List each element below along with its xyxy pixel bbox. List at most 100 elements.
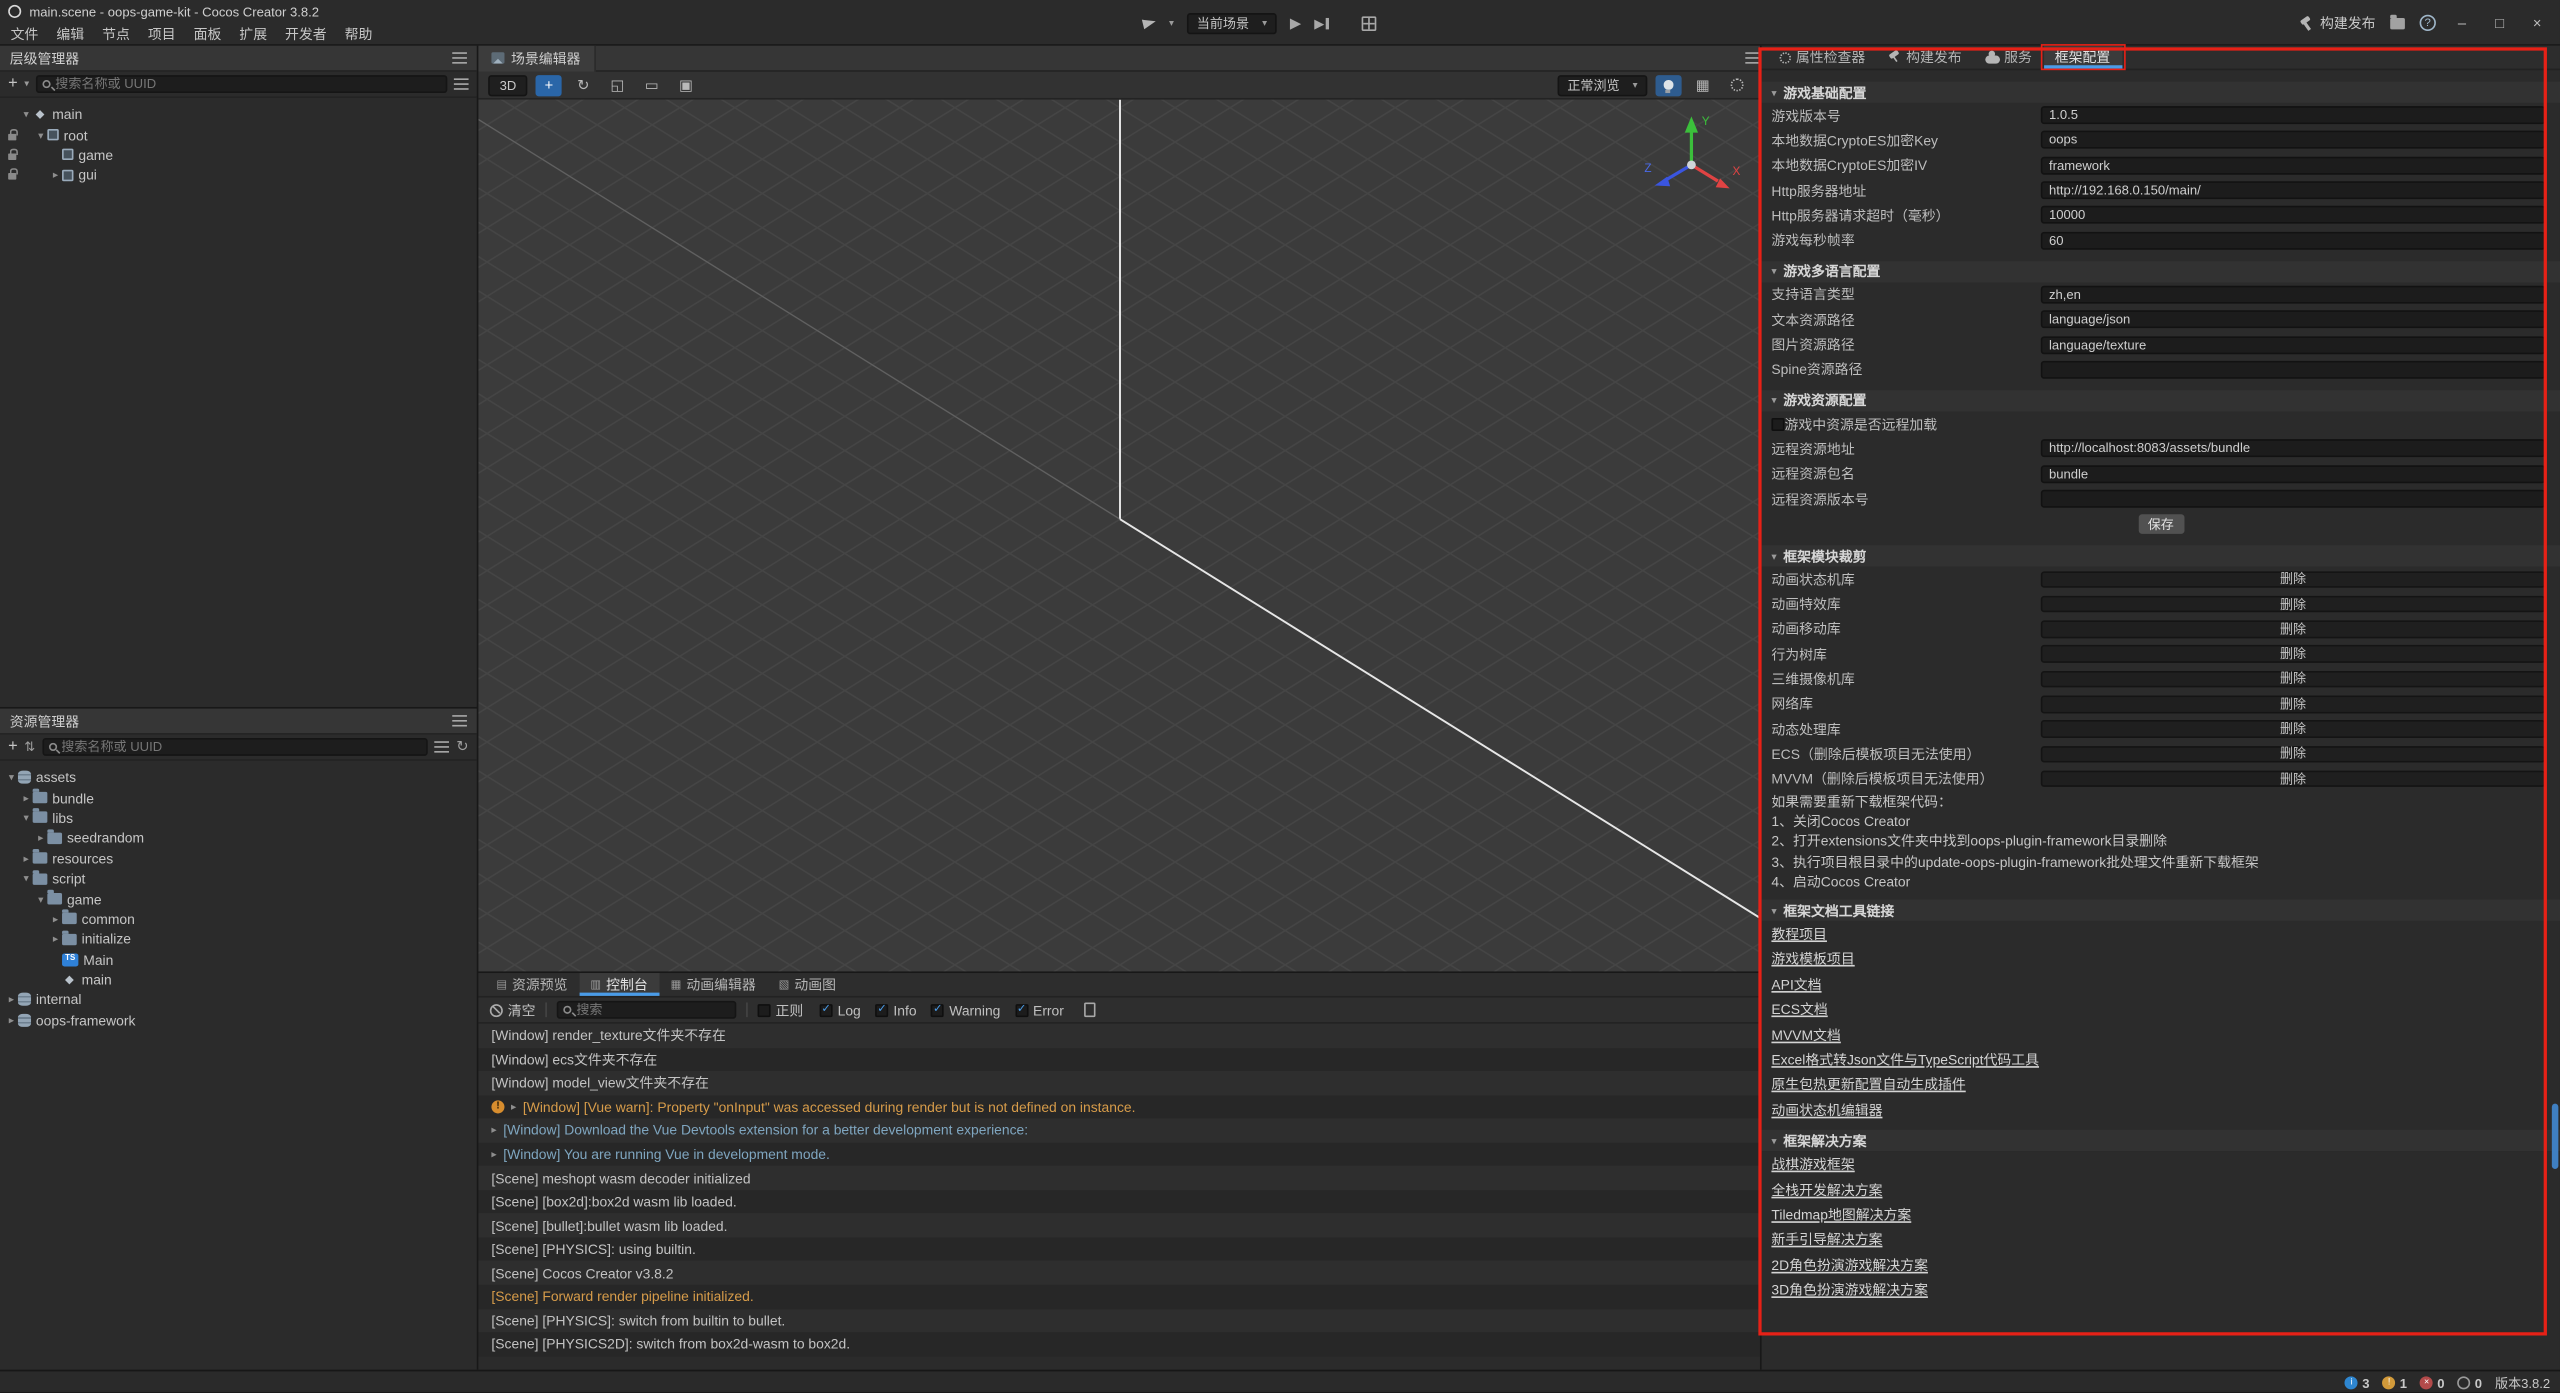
collapse-arrow-icon[interactable]: ▾ bbox=[20, 872, 33, 885]
preview-target-icon[interactable] bbox=[1142, 17, 1157, 30]
input-远程资源版本号[interactable] bbox=[2041, 490, 2545, 508]
delete-button[interactable]: 删除 bbox=[2041, 671, 2545, 688]
maximize-button[interactable]: □ bbox=[2488, 15, 2511, 31]
filter-Warning[interactable]: ✓Warning bbox=[931, 1002, 1000, 1018]
tree-item-main[interactable]: ▾main bbox=[0, 104, 477, 124]
tree-item-assets[interactable]: ▾assets bbox=[0, 767, 477, 787]
panel-menu-icon[interactable] bbox=[452, 715, 467, 726]
log-row[interactable]: [Scene] meshopt wasm decoder initialized bbox=[478, 1166, 1760, 1190]
delete-button[interactable]: 删除 bbox=[2041, 646, 2545, 663]
console-info-count[interactable]: i 3 bbox=[2345, 1376, 2369, 1391]
expand-arrow-icon[interactable]: ▸ bbox=[49, 169, 62, 182]
delete-button[interactable]: 删除 bbox=[2041, 746, 2545, 763]
input-支持语言类型[interactable] bbox=[2041, 286, 2545, 304]
link-动画状态机编辑器[interactable]: 动画状态机编辑器 bbox=[1762, 1097, 2560, 1122]
input-游戏每秒帧率[interactable] bbox=[2041, 231, 2545, 249]
link-新手引导解决方案[interactable]: 新手引导解决方案 bbox=[1762, 1227, 2560, 1252]
collapse-arrow-icon[interactable]: ▾ bbox=[34, 128, 47, 141]
link-游戏模板项目[interactable]: 游戏模板项目 bbox=[1762, 946, 2560, 971]
step-button[interactable] bbox=[1314, 16, 1328, 31]
input-Http服务器请求超时（毫秒）[interactable] bbox=[2041, 206, 2545, 224]
log-row[interactable]: [Scene] Cocos Creator v3.8.2 bbox=[478, 1261, 1760, 1285]
delete-button[interactable]: 删除 bbox=[2041, 770, 2545, 787]
console-tab-控制台[interactable]: 控制台 bbox=[579, 973, 659, 996]
mode-3d-button[interactable]: 3D bbox=[488, 74, 528, 95]
link-ECS文档[interactable]: ECS文档 bbox=[1762, 997, 2560, 1022]
lock-icon[interactable] bbox=[5, 130, 20, 140]
filter-icon[interactable] bbox=[454, 78, 469, 89]
chevron-down-icon[interactable]: ▾ bbox=[1169, 17, 1174, 28]
expand-arrow-icon[interactable]: ▸ bbox=[20, 852, 33, 865]
tree-item-Main[interactable]: TSMain bbox=[0, 949, 477, 969]
filter-icon[interactable] bbox=[435, 741, 450, 752]
tree-item-oops-framework[interactable]: ▸oops-framework bbox=[0, 1010, 477, 1030]
menu-帮助[interactable]: 帮助 bbox=[336, 24, 382, 44]
log-row[interactable]: [Scene] [PHYSICS2D]: switch from box2d-w… bbox=[478, 1332, 1760, 1356]
refresh-icon[interactable]: ↻ bbox=[456, 740, 468, 755]
collapse-arrow-icon[interactable]: ▾ bbox=[34, 892, 47, 905]
delete-button[interactable]: 删除 bbox=[2041, 721, 2545, 738]
link-Tiledmap地图解决方案[interactable]: Tiledmap地图解决方案 bbox=[1762, 1202, 2560, 1227]
delete-button[interactable]: 删除 bbox=[2041, 696, 2545, 713]
expand-arrow-icon[interactable]: ▸ bbox=[20, 791, 33, 804]
collapse-arrow-icon[interactable]: ▾ bbox=[20, 108, 33, 121]
link-教程项目[interactable]: 教程项目 bbox=[1762, 921, 2560, 946]
tree-item-resources[interactable]: ▸resources bbox=[0, 848, 477, 868]
axis-gizmo[interactable]: Y X Z bbox=[1633, 106, 1751, 224]
checkbox[interactable] bbox=[758, 1003, 771, 1016]
tree-item-initialize[interactable]: ▸initialize bbox=[0, 929, 477, 949]
console-search[interactable] bbox=[557, 1001, 737, 1019]
expand-arrow-icon[interactable]: ▸ bbox=[5, 1014, 18, 1027]
log-row[interactable]: [Window] ecs文件夹不存在 bbox=[478, 1047, 1760, 1071]
panel-menu-icon[interactable] bbox=[452, 52, 467, 63]
log-row[interactable]: [Window] model_view文件夹不存在 bbox=[478, 1071, 1760, 1095]
hierarchy-search[interactable] bbox=[36, 75, 448, 93]
inspector-tab-框架配置[interactable]: 框架配置 bbox=[2043, 46, 2121, 69]
log-row[interactable]: [Scene] [PHYSICS]: switch from builtin t… bbox=[478, 1309, 1760, 1333]
input-Http服务器地址[interactable] bbox=[2041, 181, 2545, 199]
scrollbar-thumb[interactable] bbox=[2552, 1104, 2559, 1169]
console-tab-动画编辑器[interactable]: 动画编辑器 bbox=[659, 973, 767, 996]
filter-Info[interactable]: ✓Info bbox=[875, 1002, 916, 1018]
folder-icon[interactable] bbox=[2390, 17, 2405, 28]
log-row[interactable]: [Scene] [PHYSICS]: using builtin. bbox=[478, 1237, 1760, 1261]
clear-console-button[interactable]: 清空 bbox=[490, 1000, 536, 1020]
section-header-框架解决方案[interactable]: ▾框架解决方案 bbox=[1762, 1131, 2560, 1152]
link-全栈开发解决方案[interactable]: 全栈开发解决方案 bbox=[1762, 1177, 2560, 1202]
collapse-arrow-icon[interactable]: ▾ bbox=[5, 771, 18, 784]
scene-settings-gear-icon[interactable] bbox=[1724, 74, 1750, 95]
play-button[interactable]: ▶ bbox=[1290, 16, 1301, 31]
log-row[interactable]: !▸[Window] [Vue warn]: Property "onInput… bbox=[478, 1095, 1760, 1119]
tree-item-main[interactable]: main bbox=[0, 970, 477, 990]
scene-select[interactable]: 当前场景 ▾ bbox=[1187, 12, 1277, 33]
tree-item-root[interactable]: ▾root bbox=[0, 125, 477, 145]
menu-编辑[interactable]: 编辑 bbox=[47, 24, 93, 44]
filter-Log[interactable]: ✓Log bbox=[820, 1002, 861, 1018]
tree-item-script[interactable]: ▾script bbox=[0, 868, 477, 888]
expand-arrow-icon[interactable]: ▸ bbox=[34, 832, 47, 845]
tree-item-common[interactable]: ▸common bbox=[0, 909, 477, 929]
link-3D角色扮演游戏解决方案[interactable]: 3D角色扮演游戏解决方案 bbox=[1762, 1277, 2560, 1302]
menu-项目[interactable]: 项目 bbox=[139, 24, 185, 44]
menu-文件[interactable]: 文件 bbox=[2, 24, 48, 44]
save-button[interactable]: 保存 bbox=[2138, 515, 2184, 535]
menu-面板[interactable]: 面板 bbox=[185, 24, 231, 44]
delete-button[interactable]: 删除 bbox=[2041, 621, 2545, 638]
input-文本资源路径[interactable] bbox=[2041, 311, 2545, 329]
link-Excel格式转Json文件与TypeScript代码工具[interactable]: Excel格式转Json文件与TypeScript代码工具 bbox=[1762, 1047, 2560, 1072]
input-图片资源路径[interactable] bbox=[2041, 336, 2545, 354]
input-远程资源包名[interactable] bbox=[2041, 465, 2545, 483]
tree-item-seedrandom[interactable]: ▸seedrandom bbox=[0, 828, 477, 848]
chevron-down-icon[interactable]: ▾ bbox=[24, 78, 29, 89]
section-header-游戏基础配置[interactable]: ▾游戏基础配置 bbox=[1762, 82, 2560, 103]
create-asset-button[interactable]: + bbox=[8, 739, 18, 755]
expand-arrow-icon[interactable]: ▸ bbox=[5, 993, 18, 1006]
assets-search-input[interactable] bbox=[61, 740, 422, 755]
build-publish-button[interactable]: 构建发布 bbox=[2299, 13, 2376, 33]
input-远程资源地址[interactable] bbox=[2041, 440, 2545, 458]
expand-arrow-icon[interactable]: ▸ bbox=[49, 933, 62, 946]
log-row[interactable]: [Window] render_texture文件夹不存在 bbox=[478, 1024, 1760, 1048]
tree-item-bundle[interactable]: ▸bundle bbox=[0, 788, 477, 808]
expand-arrow-icon[interactable]: ▸ bbox=[491, 1124, 496, 1137]
minimize-button[interactable]: – bbox=[2451, 15, 2474, 31]
